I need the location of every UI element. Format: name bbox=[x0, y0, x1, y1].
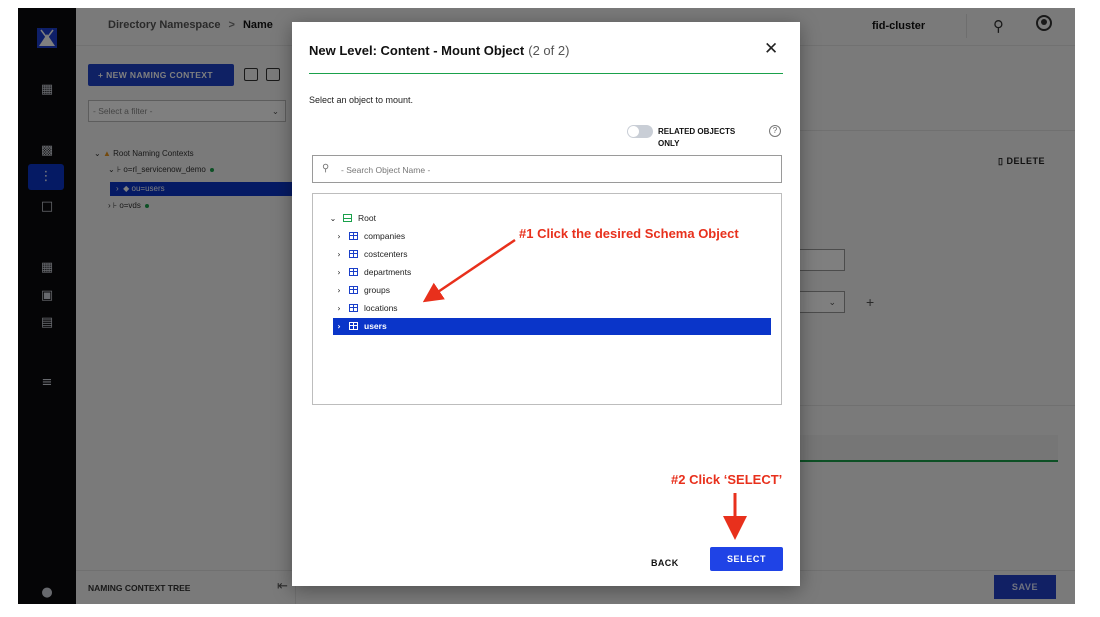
tree-row-root[interactable]: ⌄ Root bbox=[327, 210, 765, 227]
table-icon bbox=[349, 286, 358, 294]
search-placeholder: - Search Object Name - bbox=[341, 165, 431, 175]
tree-row-costcenters[interactable]: › costcenters bbox=[333, 246, 771, 263]
select-button[interactable]: SELECT bbox=[710, 547, 783, 571]
progress-bar bbox=[309, 73, 783, 74]
chevron-right-icon: › bbox=[337, 322, 341, 331]
chevron-right-icon: › bbox=[337, 268, 341, 277]
help-icon[interactable]: ? bbox=[769, 125, 781, 137]
object-tree: ⌄ Root › companies › costcenters › departmen… bbox=[312, 193, 782, 405]
table-icon bbox=[349, 304, 358, 312]
dialog-title: New Level: Content - Mount Object (2 of 2… bbox=[309, 43, 570, 58]
object-search-input[interactable]: ⚲ - Search Object Name - bbox=[312, 155, 782, 183]
chevron-right-icon: › bbox=[337, 304, 341, 313]
back-button[interactable]: BACK bbox=[651, 558, 679, 568]
tree-row-groups[interactable]: › groups bbox=[333, 282, 771, 299]
close-icon[interactable]: ✕ bbox=[764, 39, 778, 59]
annotation-step2: #2 Click ‘SELECT’ bbox=[671, 472, 783, 487]
table-icon bbox=[349, 232, 358, 240]
table-icon bbox=[349, 250, 358, 258]
tree-row-locations[interactable]: › locations bbox=[333, 300, 771, 317]
related-objects-toggle[interactable] bbox=[627, 125, 653, 138]
tree-row-departments[interactable]: › departments bbox=[333, 264, 771, 281]
tree-row-users[interactable]: › users bbox=[333, 318, 771, 335]
chevron-right-icon: › bbox=[337, 232, 341, 241]
chevron-right-icon: › bbox=[337, 250, 341, 259]
app-window: ▦ ▩ ⋮ □ ▦ ▣ ▤ ≡ ● Directory Namespace>Na… bbox=[18, 8, 1075, 604]
chevron-right-icon: › bbox=[337, 286, 341, 295]
search-icon: ⚲ bbox=[322, 163, 330, 174]
root-icon bbox=[343, 214, 352, 222]
dialog-step: (2 of 2) bbox=[528, 43, 570, 58]
mount-object-dialog: New Level: Content - Mount Object (2 of 2… bbox=[292, 22, 800, 586]
chevron-down-icon: ⌄ bbox=[329, 214, 337, 223]
table-icon bbox=[349, 268, 358, 276]
annotation-step1: #1 Click the desired Schema Object bbox=[519, 226, 739, 241]
table-icon bbox=[349, 322, 358, 330]
dialog-instruction: Select an object to mount. bbox=[309, 95, 414, 105]
related-objects-label: RELATED OBJECTS ONLY bbox=[658, 127, 736, 148]
